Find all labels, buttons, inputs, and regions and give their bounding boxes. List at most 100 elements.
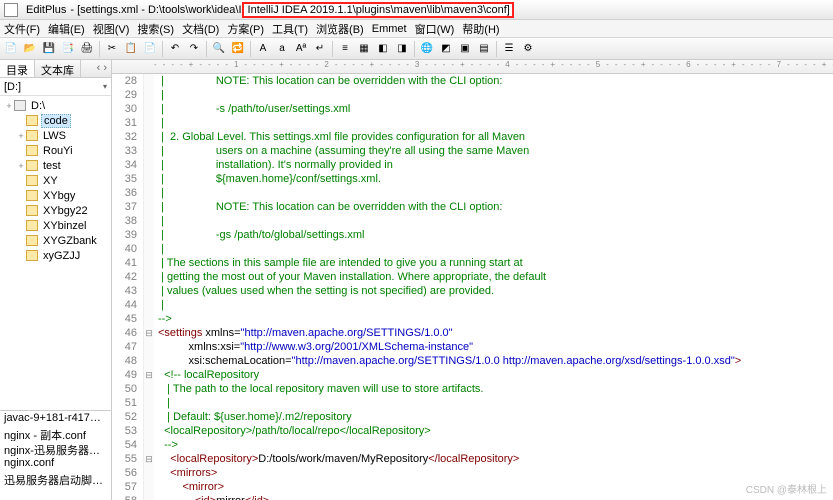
title-app: EditPlus — [22, 4, 66, 16]
a3-button[interactable]: Aª — [292, 40, 310, 58]
line-51[interactable]: 51 | — [112, 396, 833, 410]
file-1[interactable]: nginx - 副本.conf — [0, 426, 111, 441]
tree-node-XY[interactable]: XY — [0, 173, 111, 188]
a1-button[interactable]: A — [254, 40, 272, 58]
menu-8[interactable]: Emmet — [372, 23, 407, 35]
watermark: CSDN @泰林根上 — [746, 481, 827, 496]
ruler: ----+----1----+----2----+----3----+----4… — [112, 60, 833, 74]
sidebar-menu-icon[interactable]: ‹ › — [93, 60, 111, 77]
cut-button[interactable]: ✂ — [103, 40, 121, 58]
menu-10[interactable]: 帮助(H) — [462, 21, 499, 37]
tree-node-XYGZbank[interactable]: XYGZbank — [0, 233, 111, 248]
line-56[interactable]: 56 <mirrors> — [112, 466, 833, 480]
folder-tree: +D:\ code+LWS RouYi+test XY XYbgy XYbgy2… — [0, 96, 111, 410]
line-31[interactable]: 31 | — [112, 116, 833, 130]
line-57[interactable]: 57 <mirror> — [112, 480, 833, 494]
app-icon — [4, 3, 18, 17]
line-39[interactable]: 39 | -gs /path/to/global/settings.xml — [112, 228, 833, 242]
tree-node-LWS[interactable]: +LWS — [0, 128, 111, 143]
copy-button[interactable]: 📋 — [122, 40, 140, 58]
line-53[interactable]: 53 <localRepository>/path/to/local/repo<… — [112, 424, 833, 438]
menubar: 文件(F) 编辑(E) 视图(V) 搜索(S) 文档(D) 方案(P) 工具(T) 浏览器(B… — [0, 20, 833, 38]
b4-button[interactable]: ◨ — [393, 40, 411, 58]
line-34[interactable]: 34 | installation). It's normally provid… — [112, 158, 833, 172]
line-47[interactable]: 47 xmlns:xsi="http://www.w3.org/2001/XML… — [112, 340, 833, 354]
t3-button[interactable]: ▣ — [456, 40, 474, 58]
menu-7[interactable]: 浏览器(B) — [316, 21, 364, 37]
menu-3[interactable]: 搜索(S) — [137, 21, 174, 37]
line-37[interactable]: 37 | NOTE: This location can be overridd… — [112, 200, 833, 214]
line-35[interactable]: 35 | ${maven.home}/conf/settings.xml. — [112, 172, 833, 186]
menu-4[interactable]: 文档(D) — [182, 21, 219, 37]
code-area[interactable]: 28 | NOTE: This location can be overridd… — [112, 74, 833, 500]
toolbar: 📄📂💾📑🖨✂📋📄↶↷🔍🔁AaAª↵≡▦◧◨🌐◩▣▤☰⚙ — [0, 38, 833, 60]
line-33[interactable]: 33 | users on a machine (assuming they'r… — [112, 144, 833, 158]
file-0[interactable]: javac-9+181-r4173-1.jar — [0, 411, 111, 426]
menu-6[interactable]: 工具(T) — [272, 21, 308, 37]
t1-button[interactable]: 🌐 — [418, 40, 436, 58]
redo-button[interactable]: ↷ — [185, 40, 203, 58]
saveall-button[interactable]: 📑 — [59, 40, 77, 58]
tree-node-XYbgy22[interactable]: XYbgy22 — [0, 203, 111, 218]
line-55[interactable]: 55⊟ <localRepository>D:/tools/work/maven… — [112, 452, 833, 466]
line-32[interactable]: 32 | 2. Global Level. This settings.xml … — [112, 130, 833, 144]
editor: ----+----1----+----2----+----3----+----4… — [112, 60, 833, 500]
drive-label: [D:] — [4, 81, 21, 93]
file-3[interactable]: nginx.conf — [0, 456, 111, 471]
open-button[interactable]: 📂 — [21, 40, 39, 58]
line-45[interactable]: 45 --> — [112, 312, 833, 326]
tree-node-test[interactable]: +test — [0, 158, 111, 173]
file-4[interactable]: 迅易服务器启动脚本.vbs — [0, 471, 111, 486]
menu-1[interactable]: 编辑(E) — [48, 21, 85, 37]
line-44[interactable]: 44 | — [112, 298, 833, 312]
b3-button[interactable]: ◧ — [374, 40, 392, 58]
ww-button[interactable]: ↵ — [311, 40, 329, 58]
line-36[interactable]: 36 | — [112, 186, 833, 200]
tab-textlib[interactable]: 文本库 — [35, 60, 81, 77]
t4-button[interactable]: ▤ — [475, 40, 493, 58]
line-29[interactable]: 29 | — [112, 88, 833, 102]
line-30[interactable]: 30 | -s /path/to/user/settings.xml — [112, 102, 833, 116]
b2-button[interactable]: ▦ — [355, 40, 373, 58]
paste-button[interactable]: 📄 — [141, 40, 159, 58]
menu-0[interactable]: 文件(F) — [4, 21, 40, 37]
new-button[interactable]: 📄 — [2, 40, 20, 58]
tree-node-xyGZJJ[interactable]: xyGZJJ — [0, 248, 111, 263]
line-58[interactable]: 58 <id>mirror</id> — [112, 494, 833, 500]
drive-selector[interactable]: [D:] — [0, 78, 111, 96]
line-28[interactable]: 28 | NOTE: This location can be overridd… — [112, 74, 833, 88]
tree-node-RouYi[interactable]: RouYi — [0, 143, 111, 158]
save-button[interactable]: 💾 — [40, 40, 58, 58]
line-40[interactable]: 40 | — [112, 242, 833, 256]
line-43[interactable]: 43 | values (values used when the settin… — [112, 284, 833, 298]
sidebar-tabs: 目录 文本库 ‹ › — [0, 60, 111, 78]
line-42[interactable]: 42 | getting the most out of your Maven … — [112, 270, 833, 284]
b1-button[interactable]: ≡ — [336, 40, 354, 58]
print-button[interactable]: 🖨 — [78, 40, 96, 58]
tree-node-XYbinzel[interactable]: XYbinzel — [0, 218, 111, 233]
line-48[interactable]: 48 xsi:schemaLocation="http://maven.apac… — [112, 354, 833, 368]
g2-button[interactable]: ⚙ — [519, 40, 537, 58]
find-button[interactable]: 🔍 — [210, 40, 228, 58]
t2-button[interactable]: ◩ — [437, 40, 455, 58]
tree-node-XYbgy[interactable]: XYbgy — [0, 188, 111, 203]
line-50[interactable]: 50 | The path to the local repository ma… — [112, 382, 833, 396]
a2-button[interactable]: a — [273, 40, 291, 58]
tree-node-code[interactable]: code — [0, 113, 111, 128]
menu-9[interactable]: 窗口(W) — [415, 21, 455, 37]
tree-node-D:\[interactable]: +D:\ — [0, 98, 111, 113]
file-2[interactable]: nginx-迅易服务器备份1020 — [0, 441, 111, 456]
menu-5[interactable]: 方案(P) — [227, 21, 264, 37]
line-54[interactable]: 54 --> — [112, 438, 833, 452]
line-41[interactable]: 41 | The sections in this sample file ar… — [112, 256, 833, 270]
menu-2[interactable]: 视图(V) — [93, 21, 130, 37]
g1-button[interactable]: ☰ — [500, 40, 518, 58]
line-38[interactable]: 38 | — [112, 214, 833, 228]
line-49[interactable]: 49⊟ <!-- localRepository — [112, 368, 833, 382]
undo-button[interactable]: ↶ — [166, 40, 184, 58]
tab-directory[interactable]: 目录 — [0, 60, 35, 77]
line-52[interactable]: 52 | Default: ${user.home}/.m2/repositor… — [112, 410, 833, 424]
replace-button[interactable]: 🔁 — [229, 40, 247, 58]
titlebar: EditPlus - [settings.xml - D:\tools\work… — [0, 0, 833, 20]
line-46[interactable]: 46⊟<settings xmlns="http://maven.apache.… — [112, 326, 833, 340]
